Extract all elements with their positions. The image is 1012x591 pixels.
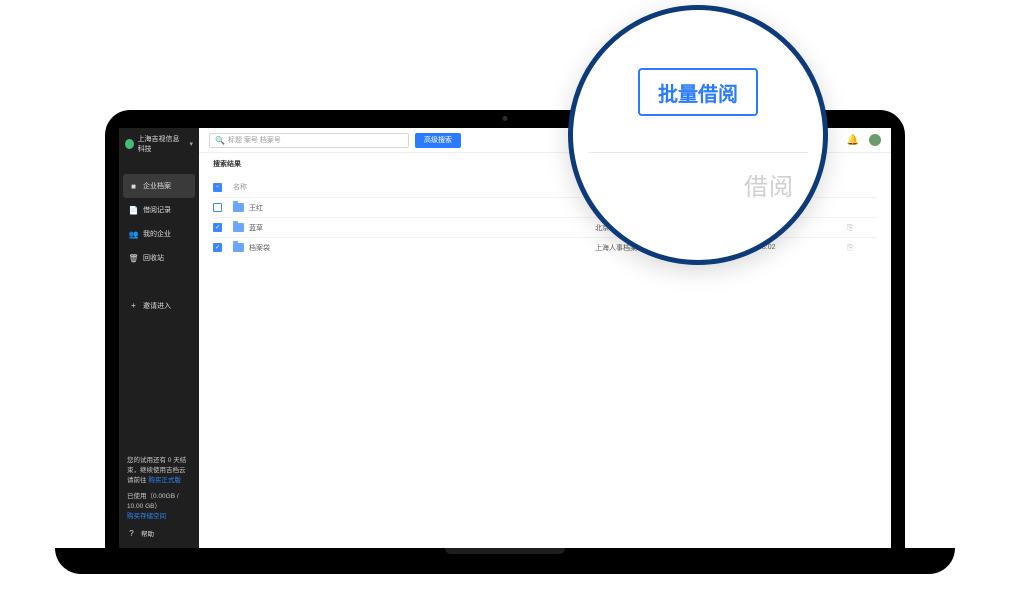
help-button[interactable]: ? 帮助 bbox=[127, 530, 191, 544]
magnifier-lens: 批量借阅 借阅 bbox=[568, 5, 828, 265]
row-action-icon[interactable]: ⎘ bbox=[847, 243, 877, 253]
sidebar-footer: 您的试用还有 0 天结束，继续使用吉档云请前往 购买正式版 已使用（0.00GB… bbox=[119, 450, 199, 550]
avatar[interactable] bbox=[869, 134, 881, 146]
org-switcher[interactable]: 上海吉视信息科技 ▾ bbox=[119, 128, 199, 160]
chevron-down-icon: ▾ bbox=[189, 140, 193, 148]
table-row[interactable]: ✓ 档案袋 上海人事档案/档案袋 2020.04.07 08:02 ⎘ bbox=[213, 237, 877, 257]
sidebar-nav: ■ 企业档案 📄 借阅记录 👥 我的企业 🗑 回收站 bbox=[119, 174, 199, 270]
folder-icon bbox=[233, 223, 244, 232]
row-name: 档案袋 bbox=[249, 243, 270, 253]
col-name: 名称 bbox=[233, 182, 589, 192]
archive-box-icon: ■ bbox=[129, 182, 138, 191]
advanced-search-button[interactable]: 高级搜索 bbox=[415, 133, 461, 148]
org-name: 上海吉视信息科技 bbox=[138, 134, 186, 154]
help-icon: ? bbox=[127, 530, 136, 539]
plus-icon: + bbox=[129, 301, 138, 310]
help-label: 帮助 bbox=[141, 530, 154, 540]
row-name: 蓝草 bbox=[249, 223, 263, 233]
sidebar: 上海吉视信息科技 ▾ ■ 企业档案 📄 借阅记录 👥 我的企业 🗑 bbox=[119, 128, 199, 550]
search-placeholder: 标题 案号 档案号 bbox=[228, 135, 281, 145]
buy-storage-link[interactable]: 购买存储空间 bbox=[127, 512, 191, 522]
batch-borrow-button[interactable]: 批量借阅 bbox=[638, 68, 758, 116]
checkbox[interactable]: ✓ bbox=[213, 223, 222, 232]
sidebar-item-label: 借阅记录 bbox=[143, 205, 171, 215]
search-input[interactable]: 🔍 标题 案号 档案号 bbox=[209, 133, 409, 148]
lens-content: 批量借阅 借阅 bbox=[588, 68, 808, 202]
borrow-label: 借阅 bbox=[588, 153, 808, 202]
sidebar-item-label: 企业档案 bbox=[143, 181, 171, 191]
sidebar-item-label: 我的企业 bbox=[143, 229, 171, 239]
users-icon: 👥 bbox=[129, 230, 138, 239]
folder-icon bbox=[233, 203, 244, 212]
upgrade-link[interactable]: 购买正式版 bbox=[148, 477, 181, 484]
org-logo-icon bbox=[125, 139, 134, 149]
topbar-right: 🔔 bbox=[847, 134, 881, 146]
invite-label: 邀请进入 bbox=[143, 301, 171, 311]
quota-text: 已使用（0.00GB / 10.00 GB） bbox=[127, 492, 191, 512]
name-cell[interactable]: 蓝草 bbox=[233, 223, 589, 233]
name-cell[interactable]: 王红 bbox=[233, 203, 589, 213]
sidebar-item-archives[interactable]: ■ 企业档案 bbox=[123, 174, 195, 198]
invite-button[interactable]: + 邀请进入 bbox=[119, 294, 199, 318]
name-cell[interactable]: 档案袋 bbox=[233, 243, 589, 253]
laptop-base bbox=[55, 548, 955, 574]
storage-quota: 已使用（0.00GB / 10.00 GB） 购买存储空间 bbox=[127, 492, 191, 522]
sidebar-item-my-company[interactable]: 👥 我的企业 bbox=[119, 222, 199, 246]
sidebar-item-trash[interactable]: 🗑 回收站 bbox=[119, 246, 199, 270]
row-name: 王红 bbox=[249, 203, 263, 213]
bell-icon[interactable]: 🔔 bbox=[847, 135, 859, 146]
checkbox-all[interactable]: − bbox=[213, 183, 222, 192]
checkbox[interactable] bbox=[213, 203, 222, 212]
row-action-icon[interactable]: ⎘ bbox=[847, 223, 877, 233]
camera-dot bbox=[503, 116, 508, 121]
sidebar-item-borrow-log[interactable]: 📄 借阅记录 bbox=[119, 198, 199, 222]
sidebar-item-label: 回收站 bbox=[143, 253, 164, 263]
trash-icon: 🗑 bbox=[129, 254, 138, 263]
document-icon: 📄 bbox=[129, 206, 138, 215]
search-icon: 🔍 bbox=[215, 136, 225, 145]
folder-icon bbox=[233, 243, 244, 252]
checkbox[interactable]: ✓ bbox=[213, 243, 222, 252]
